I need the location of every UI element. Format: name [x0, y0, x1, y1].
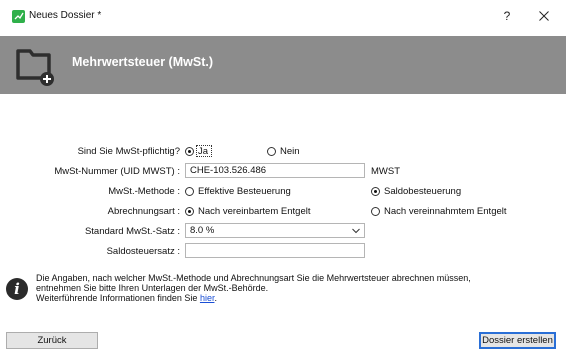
create-dossier-button-label: Dossier erstellen: [482, 335, 553, 346]
methode-label: MwSt.-Methode :: [108, 186, 180, 197]
close-icon: [539, 11, 549, 21]
radio-vereinnahmt-label[interactable]: Nach vereinnahmtem Entgelt: [384, 206, 507, 217]
uid-label: MwSt-Nummer (UID MWST) :: [54, 166, 180, 177]
section-header: Mehrwertsteuer (MwSt.): [0, 36, 566, 94]
create-dossier-button[interactable]: Dossier erstellen: [479, 332, 556, 349]
chevron-down-icon: [352, 228, 360, 234]
saldosteuersatz-label: Saldosteuersatz :: [106, 246, 180, 257]
uid-suffix: MWST: [371, 166, 401, 177]
info-text-line2: entnehmen Sie bitte Ihren Unterlagen der…: [36, 283, 269, 293]
radio-mwst-ja-label[interactable]: Ja: [198, 146, 208, 157]
close-button[interactable]: [535, 6, 553, 26]
back-button-label: Zurück: [37, 335, 67, 346]
radio-vereinnahmt[interactable]: [371, 207, 380, 216]
help-button[interactable]: ?: [498, 6, 516, 26]
window-title: Neues Dossier *: [29, 10, 102, 21]
uid-input[interactable]: CHE-103.526.486: [185, 163, 365, 178]
info-text-line3-suffix: .: [214, 293, 217, 303]
back-button[interactable]: Zurück: [6, 332, 98, 349]
radio-mwst-nein-label[interactable]: Nein: [280, 146, 300, 157]
standard-satz-label: Standard MwSt.-Satz :: [84, 226, 180, 237]
page-title: Mehrwertsteuer (MwSt.): [72, 55, 213, 69]
radio-saldo[interactable]: [371, 187, 380, 196]
info-icon: i: [6, 278, 28, 300]
abrechnungsart-label: Abrechnungsart :: [107, 206, 180, 217]
mwst-pflichtig-label: Sind Sie MwSt-pflichtig?: [77, 146, 180, 157]
radio-vereinbart-label[interactable]: Nach vereinbartem Entgelt: [198, 206, 310, 217]
radio-mwst-nein[interactable]: [267, 147, 276, 156]
info-link[interactable]: hier: [200, 293, 215, 303]
standard-satz-value: 8.0 %: [190, 225, 215, 236]
radio-vereinbart[interactable]: [185, 207, 194, 216]
standard-satz-select[interactable]: 8.0 %: [185, 223, 365, 238]
radio-effektive-label[interactable]: Effektive Besteuerung: [198, 186, 291, 197]
info-text-line3-prefix: Weiterführende Informationen finden Sie: [36, 293, 200, 303]
saldosteuersatz-input[interactable]: [185, 243, 365, 258]
app-icon: [12, 10, 25, 23]
new-folder-icon: [16, 46, 56, 86]
info-text-line1: Die Angaben, nach welcher MwSt.-Methode …: [36, 273, 471, 283]
radio-mwst-ja[interactable]: [185, 147, 194, 156]
radio-saldo-label[interactable]: Saldobesteuerung: [384, 186, 461, 197]
radio-effektive[interactable]: [185, 187, 194, 196]
info-text-line3: Weiterführende Informationen finden Sie …: [36, 293, 217, 303]
